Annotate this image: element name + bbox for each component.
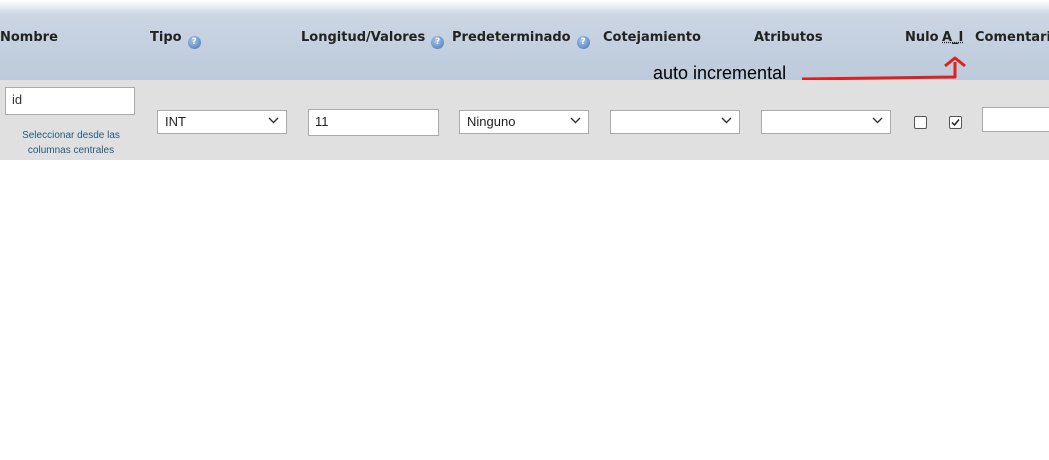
predeterminado-select[interactable]: Ninguno [459, 110, 589, 134]
chevron-down-icon [570, 117, 581, 124]
checkmark-icon [951, 119, 960, 127]
predeterminado-select-value: Ninguno [467, 114, 516, 129]
nulo-checkbox[interactable] [914, 116, 927, 129]
column-definition-row: id Seleccionar desde las columnas centra… [0, 80, 1049, 160]
longitud-input[interactable]: 11 [308, 109, 439, 136]
cotejamiento-select[interactable] [610, 110, 740, 134]
comentario-input[interactable] [982, 107, 1049, 132]
chevron-down-icon [268, 117, 279, 124]
column-name-input[interactable]: id [5, 87, 135, 115]
atributos-select[interactable] [761, 110, 891, 134]
tipo-select[interactable]: INT [157, 110, 287, 134]
tipo-select-value: INT [165, 114, 186, 129]
select-central-columns-link[interactable]: Seleccionar desde las columnas centrales [10, 128, 132, 158]
chevron-down-icon [872, 117, 883, 124]
annotation-arrow [801, 56, 966, 81]
chevron-down-icon [721, 117, 732, 124]
auto-increment-checkbox[interactable] [949, 116, 962, 129]
